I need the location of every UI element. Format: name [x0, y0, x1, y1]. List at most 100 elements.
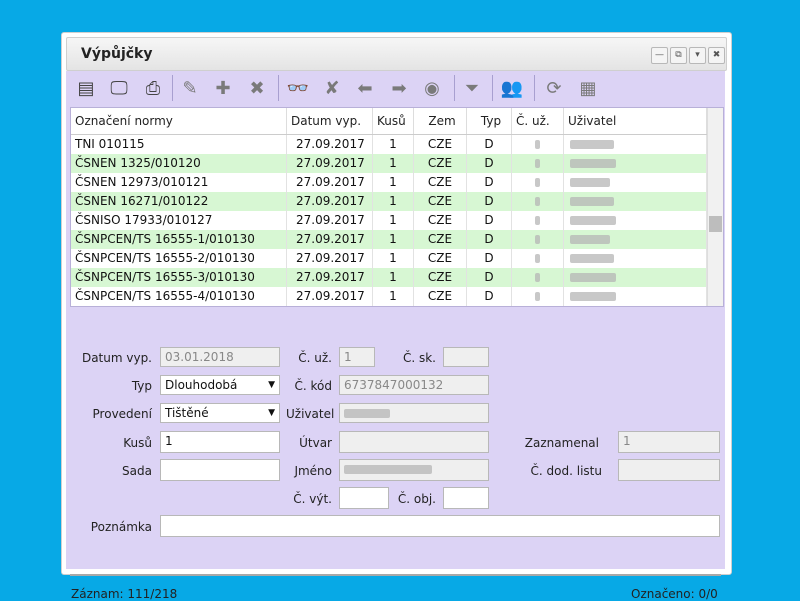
- table-cell: D: [467, 287, 512, 306]
- c-uz-label: Č. už.: [298, 351, 332, 365]
- table-cell: D: [467, 135, 512, 154]
- table-body: TNI 010115 27.09.2017 1 CZE D ČSNEN 1325/0101…: [71, 135, 707, 306]
- redacted-text: [570, 140, 614, 149]
- table-cell: ČSNEN 16271/010122: [71, 192, 287, 211]
- scrollbar-thumb[interactable]: [709, 216, 722, 232]
- table-cell: D: [467, 268, 512, 287]
- table-cell: D: [467, 211, 512, 230]
- users-icon[interactable]: 👥: [498, 74, 526, 102]
- table-cell-redacted: [564, 192, 707, 211]
- column-header-kusu[interactable]: Kusů: [373, 108, 414, 134]
- table-cell: 27.09.2017: [287, 192, 373, 211]
- redacted-text: [535, 292, 540, 301]
- add-icon[interactable]: ✚: [209, 74, 237, 102]
- column-header-uzivatel[interactable]: Uživatel: [564, 108, 707, 134]
- dropdown-icon[interactable]: ▾: [689, 47, 706, 64]
- arrow-left-icon[interactable]: ⬅: [351, 74, 379, 102]
- utvar-field[interactable]: [339, 431, 489, 453]
- table-cell: CZE: [414, 135, 467, 154]
- c-obj-field[interactable]: [443, 487, 489, 509]
- provedeni-label: Provedení: [92, 407, 152, 421]
- column-header-c-uz[interactable]: Č. už.: [512, 108, 564, 134]
- provedeni-select[interactable]: Tištěné ▼: [160, 403, 280, 423]
- edit-icon[interactable]: ✎: [176, 74, 204, 102]
- table-row[interactable]: ČSNEN 1325/010120 27.09.2017 1 CZE D: [71, 154, 707, 173]
- c-dod-listu-field[interactable]: [618, 459, 720, 481]
- table-cell: D: [467, 173, 512, 192]
- datum-vyp-field[interactable]: 03.01.2018: [160, 347, 280, 367]
- table-cell: D: [467, 192, 512, 211]
- c-vyt-field[interactable]: [339, 487, 389, 509]
- minimize-icon[interactable]: —: [651, 47, 668, 64]
- column-header-oznaceni[interactable]: Označení normy: [71, 108, 287, 134]
- table-cell: 1: [373, 192, 414, 211]
- kusu-field[interactable]: 1: [160, 431, 280, 453]
- c-vyt-label: Č. výt.: [293, 492, 332, 506]
- chevron-down-icon: ▼: [268, 408, 275, 418]
- table-row[interactable]: TNI 010115 27.09.2017 1 CZE D: [71, 135, 707, 154]
- record-counter: Záznam: 111/218: [71, 587, 178, 601]
- vertical-scrollbar[interactable]: [707, 108, 723, 306]
- toolbar-separator: [278, 75, 279, 101]
- redacted-text: [570, 197, 614, 206]
- utvar-label: Útvar: [299, 436, 332, 450]
- close-icon[interactable]: ✖: [708, 47, 725, 64]
- table-row[interactable]: ČSNPCEN/TS 16555-2/010130 27.09.2017 1 CZE D: [71, 249, 707, 268]
- table-cell: ČSNPCEN/TS 16555-4/010130: [71, 287, 287, 306]
- refresh-icon[interactable]: ⟳: [540, 74, 568, 102]
- typ-select[interactable]: Dlouhodobá ▼: [160, 375, 280, 395]
- jmeno-field[interactable]: [339, 459, 489, 481]
- poznamka-field[interactable]: [160, 515, 720, 537]
- provedeni-selected-value: Tištěné: [165, 406, 209, 420]
- table-cell-redacted: [564, 287, 707, 306]
- uzivatel-field[interactable]: [339, 403, 489, 423]
- search-binoculars-icon[interactable]: 👓: [284, 74, 312, 102]
- c-uz-field[interactable]: 1: [339, 347, 375, 367]
- zaznamenal-field[interactable]: 1: [618, 431, 720, 453]
- column-header-datum[interactable]: Datum vyp.: [287, 108, 373, 134]
- table-row[interactable]: ČSNISO 17933/010127 27.09.2017 1 CZE D: [71, 211, 707, 230]
- table-cell-redacted: [564, 173, 707, 192]
- status-divider: [70, 574, 721, 576]
- sada-field[interactable]: [160, 459, 280, 481]
- form-view-icon[interactable]: ▤: [72, 74, 100, 102]
- cancel-search-icon[interactable]: ✘: [318, 74, 346, 102]
- c-kod-field[interactable]: 6737847000132: [339, 375, 489, 395]
- table-cell: CZE: [414, 249, 467, 268]
- table-view-icon[interactable]: 🖵: [105, 74, 133, 102]
- table-row[interactable]: ČSNEN 12973/010121 27.09.2017 1 CZE D: [71, 173, 707, 192]
- popout-icon[interactable]: ⧉: [670, 47, 687, 64]
- redacted-text: [535, 159, 540, 168]
- globe-icon[interactable]: ◉: [418, 74, 446, 102]
- delete-icon[interactable]: ✖: [243, 74, 271, 102]
- table-cell: 1: [373, 249, 414, 268]
- redacted-text: [570, 235, 610, 244]
- column-header-zem[interactable]: Zem: [414, 108, 467, 134]
- print-icon[interactable]: ⎙: [139, 74, 167, 102]
- title-bar[interactable]: Výpůjčky — ⧉ ▾ ✖: [66, 37, 727, 71]
- column-header-typ[interactable]: Typ: [467, 108, 512, 134]
- table-cell-redacted: [512, 249, 564, 268]
- table-row[interactable]: ČSNPCEN/TS 16555-4/010130 27.09.2017 1 CZE D: [71, 287, 707, 306]
- table-row[interactable]: ČSNEN 16271/010122 27.09.2017 1 CZE D: [71, 192, 707, 211]
- c-sk-label: Č. sk.: [402, 351, 436, 365]
- table-row[interactable]: ČSNPCEN/TS 16555-1/010130 27.09.2017 1 CZE D: [71, 230, 707, 249]
- redacted-text: [344, 465, 432, 474]
- redacted-text: [344, 409, 390, 418]
- table-cell: 1: [373, 211, 414, 230]
- table-cell: ČSNPCEN/TS 16555-3/010130: [71, 268, 287, 287]
- table-cell-redacted: [512, 135, 564, 154]
- filter-icon[interactable]: ⏷: [458, 74, 486, 102]
- table-cell-redacted: [512, 173, 564, 192]
- c-sk-field[interactable]: [443, 347, 489, 367]
- table-cell: ČSNEN 12973/010121: [71, 173, 287, 192]
- table-row[interactable]: ČSNPCEN/TS 16555-3/010130 27.09.2017 1 CZE D: [71, 268, 707, 287]
- table-cell: D: [467, 230, 512, 249]
- jmeno-label: Jméno: [294, 464, 332, 478]
- archive-icon[interactable]: ▦: [574, 74, 602, 102]
- zaznamenal-label: Zaznamenal: [524, 436, 599, 450]
- arrow-right-icon[interactable]: ➡: [385, 74, 413, 102]
- redacted-text: [535, 273, 540, 282]
- window-content: ▤ 🖵 ⎙ ✎ ✚ ✖ 👓 ✘ ⬅ ➡ ◉ ⏷ 👥 ⟳ ▦ Označení n…: [66, 71, 725, 601]
- redacted-text: [535, 178, 540, 187]
